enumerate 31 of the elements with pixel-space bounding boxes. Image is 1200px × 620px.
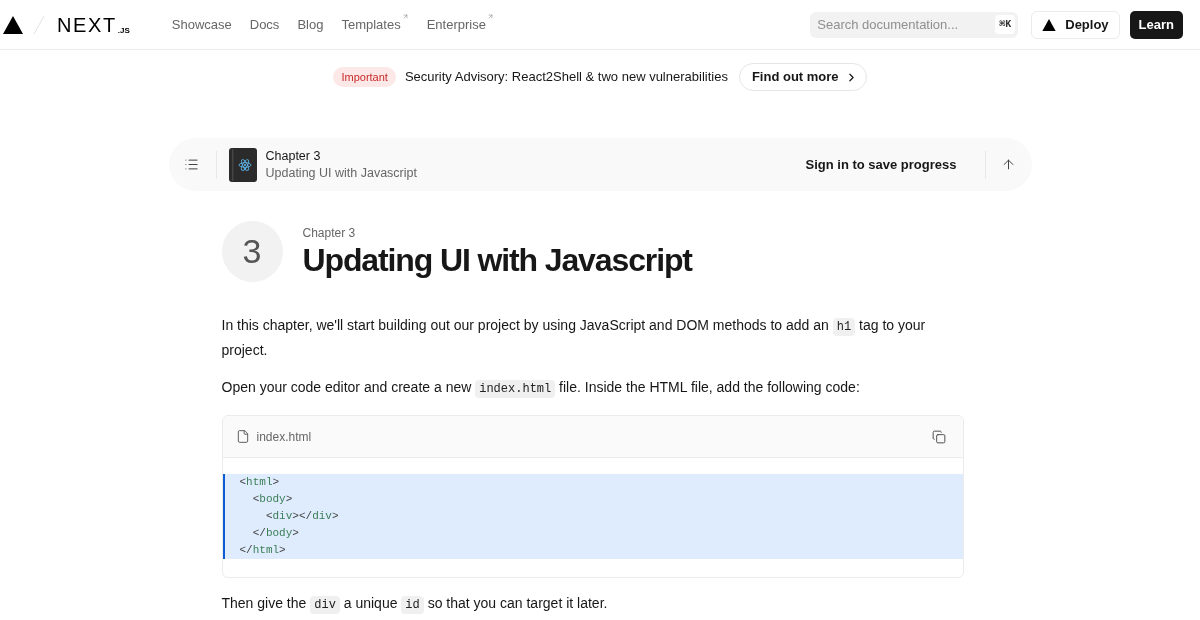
nav-link[interactable]: Blog <box>297 14 324 35</box>
triangle-icon[interactable] <box>3 15 23 34</box>
chapter-eyebrow: Chapter 3 <box>302 224 357 241</box>
learn-button[interactable]: Learn <box>1129 10 1183 39</box>
chapter-heading: Updating UI with Javascript <box>302 240 692 279</box>
paragraph: Then give the div a unique id so that you can target it later. <box>221 594 609 616</box>
chapter-title: Updating UI with Javascript <box>265 164 417 182</box>
nav-link[interactable]: Docs <box>249 14 280 35</box>
paragraph: Open your code editor and create a new index.html file. Inside the HTML file, add the following code: <box>221 378 861 400</box>
find-out-more-button[interactable]: Find out more <box>738 63 867 91</box>
triangle-icon <box>1042 18 1057 31</box>
chapter-number: 3 <box>221 221 283 282</box>
important-badge: Important <box>333 67 396 87</box>
list-icon <box>184 157 199 172</box>
file-icon <box>235 429 250 444</box>
paragraph: In this chapter, we'll start building out our project by using JavaScript and DOM methods to add an h1 tag to your project. <box>221 316 927 360</box>
nav-link[interactable]: Templates <box>341 14 409 35</box>
logo-wordmark[interactable]: NEXT.JS <box>57 14 130 35</box>
nav-link[interactable]: Enterprise <box>426 14 494 35</box>
file-name: index.html <box>256 428 312 446</box>
advisory-text: Security Advisory: React2Shell & two new vulnerabilities <box>404 68 728 87</box>
copy-icon <box>931 429 946 444</box>
copy-button[interactable] <box>930 428 947 445</box>
nav-link[interactable]: Showcase <box>171 14 232 35</box>
sign-in-button[interactable]: Sign in to save progress <box>805 154 957 175</box>
chapter-label: Chapter 3 <box>265 147 322 165</box>
shortcut-key: ⌘K <box>995 15 1016 34</box>
slash-divider <box>33 14 45 35</box>
book-icon <box>228 147 257 182</box>
menu-button[interactable] <box>183 156 200 173</box>
deploy-button[interactable]: Deploy <box>1031 10 1120 39</box>
